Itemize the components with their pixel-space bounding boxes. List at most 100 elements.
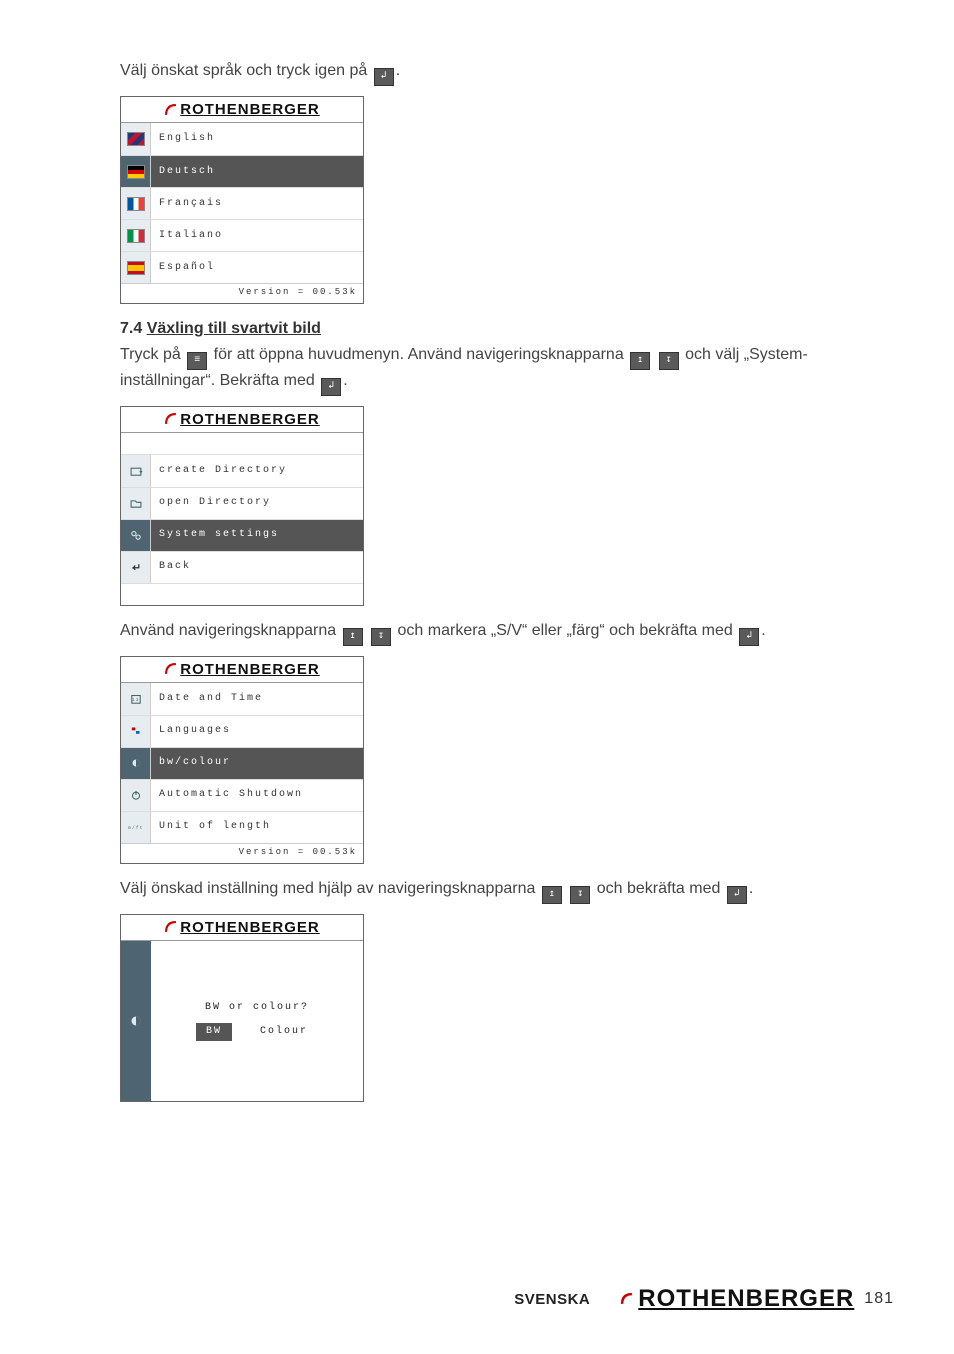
text: Använd navigeringsknapparna bbox=[120, 622, 341, 639]
nav-down-icon: ↧ bbox=[371, 628, 391, 646]
lang-label: English bbox=[151, 132, 363, 146]
settings-row-autoshutdown[interactable]: Automatic Shutdown bbox=[121, 779, 363, 811]
lang-row-deutsch[interactable]: Deutsch bbox=[121, 155, 363, 187]
settings-label: Languages bbox=[151, 724, 363, 738]
folder-open-icon bbox=[121, 488, 151, 519]
panel-header: ROTHENBERGER bbox=[121, 97, 363, 123]
spacer bbox=[121, 433, 363, 455]
flag-fr-icon bbox=[121, 188, 151, 219]
nav-down-icon: ↧ bbox=[570, 886, 590, 904]
language-panel: ROTHENBERGER English Deutsch Français It… bbox=[120, 96, 364, 304]
flag-es-icon bbox=[121, 252, 151, 283]
flag-it-icon bbox=[121, 220, 151, 251]
brand-arc-icon bbox=[164, 662, 178, 676]
enter-icon: ↲ bbox=[321, 378, 341, 396]
contrast-icon bbox=[121, 941, 151, 1101]
lang-label: Deutsch bbox=[151, 165, 363, 179]
brand-arc-icon bbox=[164, 920, 178, 934]
settings-label: Unit of length bbox=[151, 820, 363, 834]
language-list: English Deutsch Français Italiano Españo… bbox=[121, 123, 363, 283]
brand-label: ROTHENBERGER bbox=[180, 659, 320, 680]
menu-label: Back bbox=[151, 560, 363, 574]
menu-icon: ≡ bbox=[187, 352, 207, 370]
settings-row-unitlength[interactable]: m/ft Unit of length bbox=[121, 811, 363, 843]
brand-label: ROTHENBERGER bbox=[180, 409, 320, 430]
text: Välj önskat språk och tryck igen på bbox=[120, 62, 372, 79]
section-7-4-heading: 7.4 Växling till svartvit bild bbox=[120, 318, 894, 340]
menu-label: open Directory bbox=[151, 496, 363, 510]
svg-text:m/ft: m/ft bbox=[128, 827, 144, 832]
option-bw[interactable]: BW bbox=[196, 1023, 232, 1041]
lang-row-espanol[interactable]: Español bbox=[121, 251, 363, 283]
svg-text:12: 12 bbox=[132, 699, 140, 703]
menu-row-back[interactable]: Back bbox=[121, 551, 363, 583]
settings-panel: ROTHENBERGER 12 Date and Time Languages … bbox=[120, 656, 364, 864]
menu-row-system-settings[interactable]: System settings bbox=[121, 519, 363, 551]
settings-row-languages[interactable]: Languages bbox=[121, 715, 363, 747]
text: . bbox=[396, 62, 400, 79]
globe-icon bbox=[121, 716, 151, 747]
text: . bbox=[761, 622, 765, 639]
section-number: 7.4 bbox=[120, 320, 147, 337]
version-label: Version = 00.53k bbox=[121, 843, 363, 863]
footer-brand: ROTHENBERGER 181 bbox=[620, 1282, 894, 1316]
settings-row-datetime[interactable]: 12 Date and Time bbox=[121, 683, 363, 715]
text: Välj önskad inställning med hjälp av nav… bbox=[120, 880, 540, 897]
lang-row-italiano[interactable]: Italiano bbox=[121, 219, 363, 251]
flag-uk-icon bbox=[121, 123, 151, 155]
confirm-paragraph: Välj önskad inställning med hjälp av nav… bbox=[120, 878, 894, 904]
enter-icon: ↲ bbox=[739, 628, 759, 646]
panel-header: ROTHENBERGER bbox=[121, 657, 363, 683]
text: för att öppna huvudmenyn. Använd naviger… bbox=[214, 346, 629, 363]
brand-label: ROTHENBERGER bbox=[180, 99, 320, 120]
nav-up-icon: ↥ bbox=[630, 352, 650, 370]
page-number: 181 bbox=[864, 1288, 894, 1310]
panel-header: ROTHENBERGER bbox=[121, 915, 363, 941]
brand-arc-icon bbox=[164, 412, 178, 426]
lang-row-francais[interactable]: Français bbox=[121, 187, 363, 219]
brand-arc-icon bbox=[620, 1292, 634, 1306]
enter-icon: ↲ bbox=[374, 68, 394, 86]
settings-label: bw/colour bbox=[151, 756, 363, 770]
open-menu-paragraph: Tryck på ≡ för att öppna huvudmenyn. Anv… bbox=[120, 344, 894, 396]
settings-row-bwcolour[interactable]: bw/colour bbox=[121, 747, 363, 779]
menu-label: create Directory bbox=[151, 464, 363, 478]
text: Tryck på bbox=[120, 346, 185, 363]
text: och bekräfta med bbox=[597, 880, 725, 897]
bw-panel-body: BW or colour? BW Colour bbox=[121, 941, 363, 1101]
intro-paragraph: Välj önskat språk och tryck igen på ↲. bbox=[120, 60, 894, 86]
settings-label: Date and Time bbox=[151, 692, 363, 706]
settings-label: Automatic Shutdown bbox=[151, 788, 363, 802]
nav-up-icon: ↥ bbox=[542, 886, 562, 904]
menu-label: System settings bbox=[151, 528, 363, 542]
folder-plus-icon bbox=[121, 455, 151, 487]
text: . bbox=[749, 880, 753, 897]
text: och markera „S/V“ eller „färg“ och bekrä… bbox=[398, 622, 738, 639]
option-colour[interactable]: Colour bbox=[250, 1023, 318, 1041]
mark-sv-paragraph: Använd navigeringsknapparna ↥ ↧ och mark… bbox=[120, 620, 894, 646]
flag-de-icon bbox=[121, 156, 151, 187]
text: . bbox=[343, 372, 347, 389]
menu-row-create-dir[interactable]: create Directory bbox=[121, 455, 363, 487]
main-menu-panel: ROTHENBERGER create Directory open Direc… bbox=[120, 406, 364, 606]
spacer bbox=[121, 583, 363, 605]
gears-icon bbox=[121, 520, 151, 551]
brand-label: ROTHENBERGER bbox=[180, 917, 320, 938]
menu-row-open-dir[interactable]: open Directory bbox=[121, 487, 363, 519]
panel-header: ROTHENBERGER bbox=[121, 407, 363, 433]
brand-label: ROTHENBERGER bbox=[638, 1282, 854, 1316]
ruler-icon: m/ft bbox=[121, 812, 151, 843]
lang-label: Español bbox=[151, 261, 363, 275]
calendar-icon: 12 bbox=[121, 683, 151, 715]
bw-colour-panel: ROTHENBERGER BW or colour? BW Colour bbox=[120, 914, 364, 1102]
power-icon bbox=[121, 780, 151, 811]
section-title: Växling till svartvit bild bbox=[147, 320, 321, 337]
return-icon bbox=[121, 552, 151, 583]
bw-choice: BW or colour? BW Colour bbox=[151, 1001, 363, 1041]
bw-question: BW or colour? bbox=[151, 1001, 363, 1015]
nav-down-icon: ↧ bbox=[659, 352, 679, 370]
contrast-icon bbox=[121, 748, 151, 779]
footer-language: SVENSKA bbox=[514, 1289, 590, 1310]
page-footer: SVENSKA ROTHENBERGER 181 bbox=[0, 1282, 954, 1316]
lang-row-english[interactable]: English bbox=[121, 123, 363, 155]
